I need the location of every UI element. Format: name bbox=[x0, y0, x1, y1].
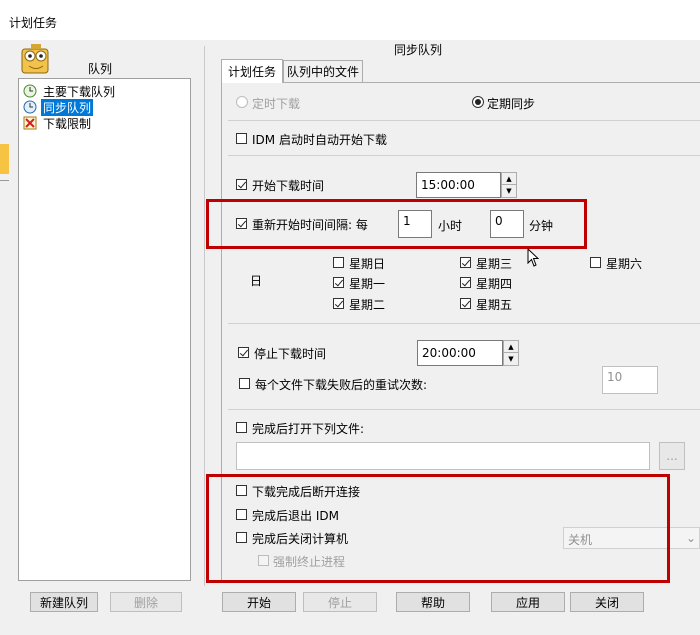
tree-item-label: 主要下载队列 bbox=[43, 84, 116, 99]
browse-file-button[interactable]: ... bbox=[659, 442, 685, 470]
day-thursday-label: 星期四 bbox=[476, 277, 513, 291]
day-wednesday-label: 星期三 bbox=[476, 257, 513, 271]
background-window-fragment bbox=[0, 140, 9, 270]
stop-download-time-checkbox[interactable] bbox=[238, 347, 249, 358]
divider bbox=[228, 409, 700, 410]
window-title: 计划任务 bbox=[9, 16, 58, 30]
tree-item-sync-queue[interactable]: 同步队列 bbox=[23, 98, 94, 116]
highlight-after-completion bbox=[206, 474, 670, 583]
day-sunday-checkbox[interactable] bbox=[333, 257, 344, 268]
start-download-time-checkbox[interactable] bbox=[236, 179, 247, 190]
start-button[interactable]: 开始 bbox=[222, 592, 296, 612]
tree-item-limit[interactable]: 下载限制 bbox=[23, 115, 93, 131]
tab-files-in-queue[interactable]: 队列中的文件 bbox=[283, 60, 363, 82]
divider bbox=[228, 120, 700, 121]
spin-down-icon[interactable]: ▼ bbox=[504, 353, 518, 364]
open-file-after-checkbox[interactable] bbox=[236, 422, 247, 433]
limit-icon bbox=[23, 116, 37, 130]
help-button[interactable]: 帮助 bbox=[396, 592, 470, 612]
day-tuesday-label: 星期二 bbox=[349, 298, 386, 312]
tree-item-label: 下载限制 bbox=[43, 116, 92, 131]
stop-time-spinner[interactable]: ▲ ▼ bbox=[503, 340, 519, 366]
day-saturday-checkbox[interactable] bbox=[590, 257, 601, 268]
start-on-idm-startup-checkbox[interactable] bbox=[236, 133, 247, 144]
periodic-sync-label: 定期同步 bbox=[487, 97, 536, 111]
queue-tree[interactable]: 主要下载队列 同步队列 下载限制 bbox=[18, 78, 191, 581]
stop-button[interactable]: 停止 bbox=[303, 592, 377, 612]
day-thursday-checkbox[interactable] bbox=[460, 277, 471, 288]
day-friday-checkbox[interactable] bbox=[460, 298, 471, 309]
day-wednesday-checkbox[interactable] bbox=[460, 257, 471, 268]
tab-schedule[interactable]: 计划任务 bbox=[221, 59, 283, 83]
open-file-after-label: 完成后打开下列文件: bbox=[252, 422, 365, 436]
tree-item-main-queue[interactable]: 主要下载队列 bbox=[23, 83, 117, 99]
retry-count-input[interactable]: 10 bbox=[602, 366, 658, 394]
day-monday-label: 星期一 bbox=[349, 277, 386, 291]
apply-button[interactable]: 应用 bbox=[491, 592, 565, 612]
periodic-sync-radio[interactable] bbox=[472, 96, 484, 108]
start-on-idm-startup-label: IDM 启动时自动开始下载 bbox=[252, 133, 387, 147]
new-queue-button[interactable]: 新建队列 bbox=[30, 592, 98, 612]
divider bbox=[228, 155, 700, 156]
divider bbox=[228, 323, 700, 324]
day-monday-checkbox[interactable] bbox=[333, 277, 344, 288]
highlight-restart-interval bbox=[206, 199, 587, 249]
day-friday-label: 星期五 bbox=[476, 298, 513, 312]
start-download-time-label: 开始下载时间 bbox=[252, 179, 325, 193]
retry-count-label: 每个文件下载失败后的重试次数: bbox=[255, 378, 428, 392]
start-time-input[interactable]: 15:00:00 bbox=[416, 172, 501, 198]
spin-down-icon[interactable]: ▼ bbox=[502, 185, 516, 196]
title-bar: 计划任务 bbox=[0, 0, 700, 40]
clock-queue-icon bbox=[23, 84, 37, 98]
queue-title: 同步队列 bbox=[394, 43, 443, 57]
delete-queue-button[interactable]: 删除 bbox=[110, 592, 182, 612]
start-time-spinner[interactable]: ▲ ▼ bbox=[501, 172, 517, 198]
spin-up-icon[interactable]: ▲ bbox=[504, 341, 518, 353]
day-tuesday-checkbox[interactable] bbox=[333, 298, 344, 309]
scheduler-window: 计划任务 队列 主要下载队列 同步队列 下载限制 新建队列 删除 同步队列 计划… bbox=[0, 0, 700, 635]
day-label: 日 bbox=[250, 274, 263, 288]
sync-queue-icon bbox=[23, 100, 37, 114]
tree-item-label: 同步队列 bbox=[41, 98, 94, 116]
queues-header: 队列 bbox=[88, 62, 113, 76]
close-button[interactable]: 关闭 bbox=[570, 592, 644, 612]
retry-count-checkbox[interactable] bbox=[239, 378, 250, 389]
stop-download-time-label: 停止下载时间 bbox=[254, 347, 327, 361]
spin-up-icon[interactable]: ▲ bbox=[502, 173, 516, 185]
open-file-path-input[interactable] bbox=[236, 442, 650, 470]
stop-time-input[interactable]: 20:00:00 bbox=[417, 340, 503, 366]
mouse-cursor-icon bbox=[527, 247, 541, 271]
chevron-down-icon: ⌄ bbox=[686, 531, 697, 545]
one-time-download-label: 定时下载 bbox=[252, 97, 301, 111]
panel-divider bbox=[204, 46, 205, 586]
day-saturday-label: 星期六 bbox=[606, 257, 643, 271]
scheduler-icon bbox=[20, 44, 50, 74]
one-time-download-radio[interactable] bbox=[236, 96, 248, 108]
day-sunday-label: 星期日 bbox=[349, 257, 386, 271]
